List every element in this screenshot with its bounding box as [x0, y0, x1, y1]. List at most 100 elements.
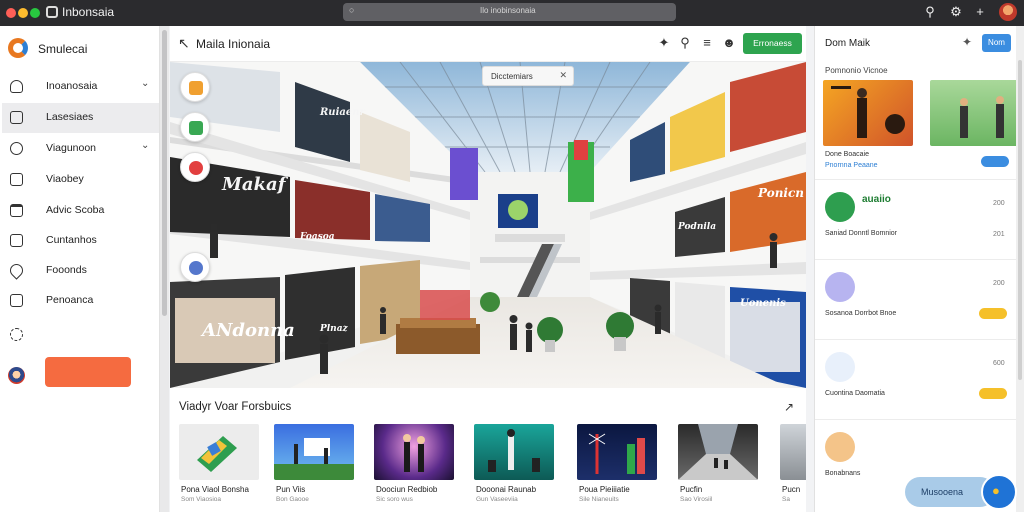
primary-action-button[interactable]: Erronaess: [743, 33, 802, 54]
list-item[interactable]: 600 Cuontina Daomatia: [815, 339, 1017, 419]
list-item-count: 200: [993, 200, 1005, 207]
food-shortcut-button[interactable]: [180, 152, 210, 182]
sidebar-item-viagunoon[interactable]: Viagunoon ⌄: [2, 134, 159, 164]
featured-section: Viadyr Voar Forsbuics ↗ Pona Viaol Bonsh…: [170, 388, 806, 512]
sidebar-item-fooonds[interactable]: Fooonds: [2, 256, 159, 286]
feature-card[interactable]: Pun Viis Bon Gaooe: [274, 424, 354, 512]
chat-icon: ●: [992, 483, 1000, 498]
sidebar-item-penoanca[interactable]: Penoanca: [2, 286, 159, 316]
feature-card[interactable]: Doociun Redbiob Sic soro wus: [374, 424, 454, 512]
sparkle-icon[interactable]: ✦: [962, 35, 972, 49]
panel-action-button[interactable]: Nom: [982, 34, 1011, 52]
card-subtitle: Sa: [782, 496, 790, 503]
scrollbar-thumb[interactable]: [162, 30, 167, 316]
chevron-down-icon: ⌄: [141, 140, 150, 151]
sidebar-scrollbar[interactable]: [160, 26, 169, 512]
menu-icon[interactable]: ≡: [699, 35, 715, 51]
minimize-window-button[interactable]: [18, 8, 28, 18]
sidebar-item-viaobey[interactable]: Viaobey: [2, 165, 159, 195]
card-thumbnail: [678, 424, 758, 480]
card-title: Doociun Redbiob: [376, 485, 438, 494]
card-thumbnail: [179, 424, 259, 480]
search-icon[interactable]: ⚲: [677, 35, 693, 51]
settings-icon[interactable]: ⚙: [948, 4, 964, 20]
sidebar-item-inoanosaia[interactable]: Inoanosaia ⌄: [2, 72, 159, 102]
shop-shortcut-button[interactable]: [180, 112, 210, 142]
card-thumbnail: [780, 424, 806, 480]
sidebar-action-button[interactable]: [45, 357, 131, 387]
card-subtitle: Gun Vaseeviia: [476, 496, 518, 503]
sidebar-item-label: Advic Scoba: [46, 204, 105, 216]
back-arrow-icon[interactable]: ↖: [178, 35, 190, 52]
card-title: Pun Viis: [276, 485, 306, 494]
chevron-down-icon: ⌄: [141, 78, 150, 89]
sidebar-item-cuntanhos[interactable]: Cuntanhos: [2, 226, 159, 256]
promo-image[interactable]: [930, 80, 1020, 146]
shop-icon: [189, 121, 203, 135]
scrollbar-thumb[interactable]: [1018, 60, 1022, 380]
maximize-window-button[interactable]: [30, 8, 40, 18]
store-sign: Plnaz: [320, 324, 348, 334]
card-thumbnail: [274, 424, 354, 480]
promo-image[interactable]: [823, 80, 913, 146]
right-panel-scrollbar[interactable]: [1016, 26, 1024, 512]
sidebar-item-label: Fooonds: [46, 264, 87, 276]
panel-title: Dom Maik: [825, 38, 871, 49]
card-subtitle: Sic soro wus: [376, 496, 413, 503]
profile-avatar[interactable]: [999, 3, 1017, 21]
search-icon[interactable]: ⚲: [922, 4, 938, 20]
feature-card[interactable]: Dooonai Raunab Gun Vaseeviia: [474, 424, 554, 512]
people-icon: [189, 261, 203, 275]
sidebar-item-network[interactable]: [2, 320, 159, 350]
store-sign: Uonenis: [740, 298, 786, 309]
card-subtitle: Bon Gaooe: [276, 496, 309, 503]
store-icon: [825, 352, 855, 382]
brand-name: Smulecai: [38, 42, 88, 56]
close-window-button[interactable]: [6, 8, 16, 18]
filter-chip[interactable]: Dicctemiars ✕: [482, 66, 574, 86]
user-icon[interactable]: ☻: [721, 35, 737, 51]
panel-subheading: Pomnonio Vicnoe: [825, 66, 888, 75]
add-icon[interactable]: +: [972, 4, 988, 20]
people-shortcut-button[interactable]: [180, 252, 210, 282]
status-badge[interactable]: [979, 388, 1007, 399]
close-icon[interactable]: ↗: [784, 400, 794, 414]
card-subtitle: Sao Virosiil: [680, 496, 713, 503]
feature-card[interactable]: Pucfin Sao Virosiil: [678, 424, 758, 512]
list-item[interactable]: 200 Sosanoa Dorrbot Bnoe: [815, 259, 1017, 339]
user-avatar[interactable]: [8, 367, 25, 384]
list-item[interactable]: auaiio 200 Saniad Donntl Bomnior 201: [815, 179, 1017, 259]
promo-caption-link[interactable]: Pnornna Peaane: [825, 162, 878, 169]
status-badge[interactable]: [979, 308, 1007, 319]
brand-logo-icon: [8, 38, 28, 58]
brush-icon[interactable]: ✦: [656, 35, 672, 51]
store-sign: Makaf: [222, 174, 286, 195]
window-title: Inbonsaia: [62, 5, 115, 19]
sidebar-item-label: Inoanosaia: [46, 80, 98, 92]
mall-hero-image: Makaf Ruiaenr Ponicn ANdonna Uonenis Foa…: [170, 62, 806, 388]
card-title: Poua Pieiiiatie: [579, 485, 630, 494]
page-title: Maila Inionaia: [196, 37, 271, 51]
card-title: Pucn: [782, 485, 801, 494]
panel-icon: [10, 294, 23, 307]
store-sign: Ruiaenr: [320, 107, 365, 118]
feature-card[interactable]: Poua Pieiiiatie Sile Nianeuits: [577, 424, 657, 512]
app-icon: [46, 6, 58, 18]
sidebar-item-advic-scoba[interactable]: Advic Scoba: [2, 196, 159, 226]
sidebar-item-lasesiaes[interactable]: Lasesiaes: [2, 103, 159, 133]
card-subtitle: Som Viaosioa: [181, 496, 221, 503]
promo-caption: Done Boacaie: [825, 151, 869, 158]
compass-icon: [10, 142, 23, 155]
store-sign: Podnila: [678, 222, 717, 232]
map-shortcut-button[interactable]: [180, 72, 210, 102]
feature-card[interactable]: Pucn Sa: [780, 424, 806, 512]
feature-card[interactable]: Pona Viaol Bonsha Som Viaosioa: [179, 424, 259, 512]
network-icon: [10, 328, 23, 341]
chat-label: Musooena: [921, 487, 964, 497]
chat-fab-button[interactable]: ●: [981, 474, 1017, 510]
address-bar[interactable]: ○ Ilo inobinsonaia: [343, 3, 676, 21]
promo-pill-button[interactable]: [981, 156, 1009, 167]
close-icon[interactable]: ✕: [559, 70, 567, 81]
store-icon: [825, 432, 855, 462]
card-title: Dooonai Raunab: [476, 485, 537, 494]
